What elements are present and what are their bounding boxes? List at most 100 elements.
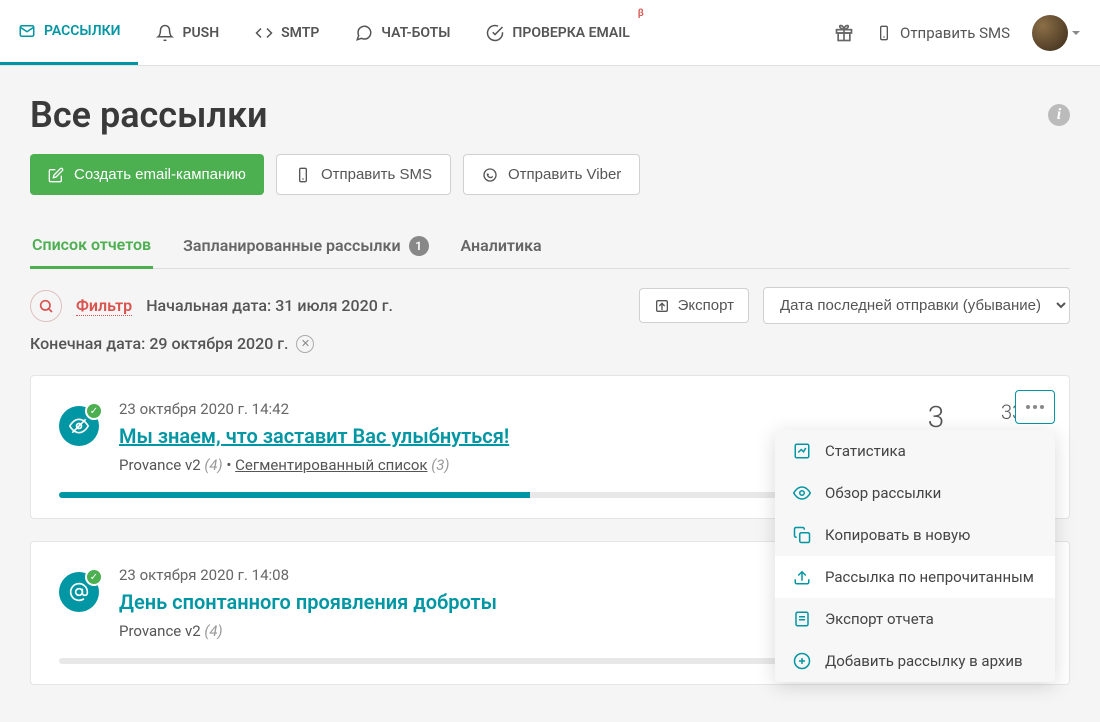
nav-label: ЧАТ-БОТЫ	[381, 25, 450, 41]
phone-icon	[876, 25, 892, 41]
menu-copy[interactable]: Копировать в новую	[775, 514, 1055, 556]
nav-emailcheck[interactable]: ПРОВЕРКА EMAIL β	[468, 2, 647, 64]
menu-label: Рассылка по непрочитанным	[825, 568, 1034, 586]
avatar	[1032, 15, 1068, 51]
tab-analytics[interactable]: Аналитика	[459, 223, 544, 268]
beta-badge: β	[638, 8, 644, 19]
send-sms-label: Отправить SMS	[900, 24, 1010, 42]
mail-icon	[18, 22, 36, 40]
nav-label: ПРОВЕРКА EMAIL	[512, 25, 629, 41]
start-date-text: Начальная дата: 31 июля 2020 г.	[146, 296, 393, 315]
tab-label: Аналитика	[461, 236, 542, 255]
phone-icon	[295, 167, 311, 183]
plus-circle-icon	[793, 652, 811, 670]
create-campaign-button[interactable]: Создать email-кампанию	[30, 154, 264, 195]
tab-label: Запланированные рассылки	[183, 236, 400, 255]
stats-icon	[793, 442, 811, 460]
menu-overview[interactable]: Обзор рассылки	[775, 472, 1055, 514]
list-name: Provance v2	[119, 622, 201, 640]
search-button[interactable]	[30, 290, 62, 322]
tab-badge: 1	[409, 236, 429, 256]
at-icon	[69, 582, 89, 602]
nav-left: РАССЫЛКИ PUSH SMTP ЧАТ-БОТЫ ПРОВЕРКА EMA…	[0, 0, 834, 65]
nav-label: РАССЫЛКИ	[44, 23, 120, 39]
card-date: 23 октября 2020 г. 14:42	[119, 400, 871, 418]
menu-label: Экспорт отчета	[825, 610, 934, 628]
filter-link[interactable]: Фильтр	[76, 296, 132, 316]
menu-export-report[interactable]: Экспорт отчета	[775, 598, 1055, 640]
send-viber-button[interactable]: Отправить Viber	[463, 154, 640, 195]
menu-statistics[interactable]: Статистика	[775, 430, 1055, 472]
eye-icon	[793, 484, 811, 502]
export-button[interactable]: Экспорт	[639, 288, 749, 323]
nav-push[interactable]: PUSH	[138, 2, 237, 64]
nav-campaigns[interactable]: РАССЫЛКИ	[0, 0, 138, 65]
button-label: Экспорт	[678, 297, 734, 314]
clear-filter-icon[interactable]: ✕	[296, 335, 314, 353]
card-main: 23 октября 2020 г. 14:42 Мы знаем, что з…	[119, 400, 871, 474]
tab-scheduled[interactable]: Запланированные рассылки 1	[181, 223, 430, 268]
list-name: Provance v2	[119, 456, 201, 474]
chat-icon	[355, 24, 373, 42]
top-nav: РАССЫЛКИ PUSH SMTP ЧАТ-БОТЫ ПРОВЕРКА EMA…	[0, 0, 1100, 66]
edit-icon	[48, 167, 64, 183]
sort-select[interactable]: Дата последней отправки (убывание)	[763, 287, 1070, 324]
search-icon	[38, 298, 54, 314]
card-menu: Статистика Обзор рассылки Копировать в н…	[775, 430, 1055, 682]
check-badge-icon: ✓	[85, 402, 103, 420]
caret-down-icon	[1072, 31, 1080, 35]
send-sms-link[interactable]: Отправить SMS	[876, 24, 1010, 42]
progress-fill	[59, 492, 530, 498]
tab-label: Список отчетов	[32, 235, 151, 254]
check-badge-icon: ✓	[85, 568, 103, 586]
export-icon	[654, 298, 670, 314]
menu-resend-unread[interactable]: Рассылка по непрочитанным	[775, 556, 1055, 598]
menu-label: Добавить рассылку в архив	[825, 652, 1023, 670]
tab-reports[interactable]: Список отчетов	[30, 223, 153, 269]
eye-off-icon	[69, 416, 89, 436]
filter-right: Экспорт Дата последней отправки (убывани…	[639, 287, 1070, 324]
tabs: Список отчетов Запланированные рассылки …	[30, 223, 1070, 269]
button-label: Отправить Viber	[508, 166, 621, 183]
end-date-text: Конечная дата: 29 октября 2020 г.	[30, 334, 288, 353]
page-content: Все рассылки i Создать email-кампанию От…	[0, 66, 1100, 685]
dots-icon	[1025, 404, 1045, 410]
check-circle-icon	[486, 24, 504, 42]
nav-label: PUSH	[182, 25, 219, 41]
menu-label: Копировать в новую	[825, 526, 970, 544]
gift-icon[interactable]	[834, 23, 854, 43]
upload-icon	[793, 568, 811, 586]
filter-row: Фильтр Начальная дата: 31 июля 2020 г. Э…	[30, 287, 1070, 324]
menu-label: Обзор рассылки	[825, 484, 941, 502]
card-title-link[interactable]: Мы знаем, что заставит Вас улыбнуться!	[119, 424, 871, 448]
list-count: (4)	[204, 622, 222, 640]
copy-icon	[793, 526, 811, 544]
button-label: Создать email-кампанию	[74, 166, 246, 183]
segment-count: (3)	[431, 456, 449, 474]
bell-icon	[156, 24, 174, 42]
menu-archive[interactable]: Добавить рассылку в архив	[775, 640, 1055, 682]
end-date-row: Конечная дата: 29 октября 2020 г. ✕	[30, 334, 1070, 353]
nav-label: SMTP	[281, 25, 319, 41]
status-icon: ✓	[59, 406, 99, 446]
status-icon: ✓	[59, 572, 99, 612]
card-more-button[interactable]	[1015, 390, 1055, 424]
code-icon	[255, 24, 273, 42]
menu-label: Статистика	[825, 442, 906, 460]
nav-right: Отправить SMS	[834, 15, 1080, 51]
page-title: Все рассылки	[30, 94, 268, 136]
nav-chatbots[interactable]: ЧАТ-БОТЫ	[337, 2, 468, 64]
segment-link[interactable]: Сегментированный список	[235, 456, 427, 474]
list-count: (4)	[204, 456, 222, 474]
button-label: Отправить SMS	[321, 166, 432, 183]
action-buttons: Создать email-кампанию Отправить SMS Отп…	[30, 154, 1070, 195]
nav-smtp[interactable]: SMTP	[237, 2, 337, 64]
filter-left: Фильтр Начальная дата: 31 июля 2020 г.	[30, 290, 393, 322]
viber-icon	[482, 167, 498, 183]
page-title-row: Все рассылки i	[30, 94, 1070, 136]
send-sms-button[interactable]: Отправить SMS	[276, 154, 451, 195]
user-menu[interactable]	[1032, 15, 1080, 51]
campaign-card: ✓ 23 октября 2020 г. 14:42 Мы знаем, что…	[30, 375, 1070, 519]
card-meta: Provance v2 (4) • Сегментированный списо…	[119, 456, 871, 474]
info-icon[interactable]: i	[1048, 104, 1070, 126]
